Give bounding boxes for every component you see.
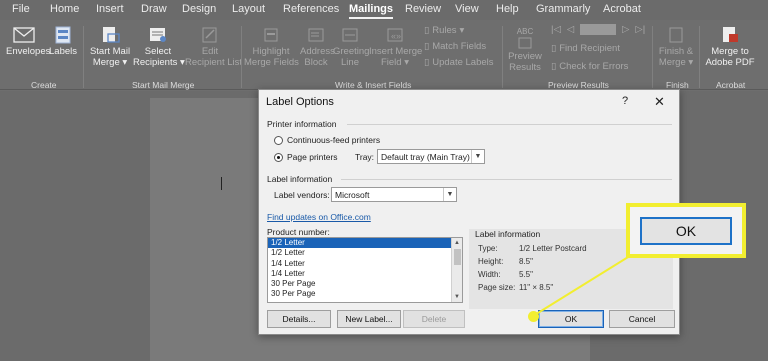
ok-button-callout: OK: [626, 203, 746, 258]
callout-pointer: [532, 253, 634, 317]
callout-dot: [528, 311, 539, 322]
ok-button-magnified[interactable]: OK: [640, 217, 732, 245]
